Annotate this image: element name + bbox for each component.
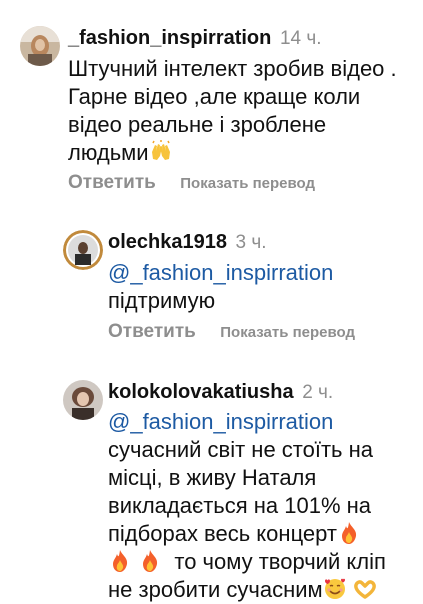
text-line: сучасний світ не стоїть на [108, 437, 374, 462]
comment-text: Штучний інтелект зробив відео . Гарне ві… [68, 56, 397, 165]
comment-3: kolokolovakatiusha 2 ч. @_fashion_inspir… [0, 360, 423, 602]
mention-link[interactable]: @_fashion_inspirration [108, 259, 408, 287]
comment-actions: Ответить Показать перевод [68, 172, 315, 194]
mention-link[interactable]: @_fashion_inspirration [108, 408, 418, 436]
comment-header: _fashion_inspirration 14 ч. [68, 26, 322, 51]
raising-hands-icon [151, 140, 170, 160]
text-line: місці, в живу Наталя [108, 465, 317, 490]
comment-text: @_fashion_inspirration сучасний світ не … [108, 408, 418, 604]
comment-1: _fashion_inspirration 14 ч. Штучний інте… [0, 0, 423, 200]
timestamp: 2 ч. [302, 382, 334, 403]
smiling-face-with-hearts-icon [324, 578, 345, 599]
comment-text: @_fashion_inspirration підтримую [108, 259, 408, 315]
comment-header: olechka1918 3 ч. [108, 230, 267, 255]
avatar[interactable] [20, 26, 60, 66]
fire-icon [341, 522, 357, 544]
fire-icon [143, 550, 158, 572]
text-line: викладається на 101% на [108, 493, 372, 518]
fire-icon [113, 550, 128, 572]
timestamp: 14 ч. [279, 28, 322, 49]
comment-actions: Ответить Показать перевод [108, 321, 355, 343]
reply-button[interactable]: Ответить [68, 172, 156, 194]
text-line: підборах весь концерт [108, 520, 418, 548]
translate-button[interactable]: Показать перевод [220, 324, 355, 341]
translate-button[interactable]: Показать перевод [180, 175, 315, 192]
timestamp: 3 ч. [235, 232, 267, 253]
reply-button[interactable]: Ответить [108, 321, 196, 343]
heart-hands-icon [353, 580, 376, 599]
username[interactable]: kolokolovakatiusha [108, 381, 294, 403]
username[interactable]: olechka1918 [108, 231, 227, 253]
comment-header: kolokolovakatiusha 2 ч. [108, 380, 333, 405]
comment-2: olechka1918 3 ч. @_fashion_inspirration … [0, 200, 423, 360]
username[interactable]: _fashion_inspirration [68, 27, 271, 49]
avatar[interactable] [63, 380, 103, 420]
text-line: то чому творчий кліп [108, 548, 418, 576]
avatar[interactable] [63, 230, 103, 270]
